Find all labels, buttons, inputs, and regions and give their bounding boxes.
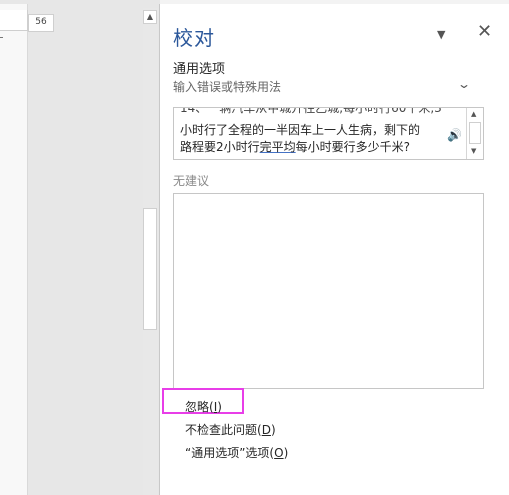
- triangle-down-icon[interactable]: ▼: [437, 28, 445, 41]
- no-check-button[interactable]: 不检查此问题(D): [185, 421, 276, 438]
- no-check-label-close: ): [270, 423, 276, 437]
- proofing-pane: 校对 ▼ ✕ 通用选项 输入错误或特殊用法 ⌄ 14、一辆汽车从甲城开往乙城,每…: [160, 4, 509, 495]
- options-label-close: ): [283, 446, 289, 460]
- context-line: 路程要2小时行完平均每小时要行多少千米?: [180, 139, 410, 155]
- pane-title: 校对: [173, 26, 215, 50]
- no-suggestions-label: 无建议: [173, 174, 210, 188]
- context-text-box[interactable]: 14、一辆汽车从甲城开往乙城,每小时行60千米,3 小时行了全程的一半因车上一人…: [173, 107, 484, 160]
- scroll-down-arrow-icon[interactable]: ▼: [471, 147, 476, 155]
- no-check-label: 不检查此问题(: [185, 423, 262, 437]
- ignore-button[interactable]: 忽略(I): [185, 398, 222, 415]
- vertical-ruler: [0, 4, 28, 495]
- document-scrollbar[interactable]: ▲: [143, 8, 158, 495]
- ruler-corner: [0, 10, 28, 31]
- options-button[interactable]: “通用选项”选项(O): [185, 444, 288, 461]
- suggestions-list[interactable]: [173, 193, 484, 389]
- scroll-up-arrow-icon[interactable]: ▲: [471, 110, 476, 118]
- scroll-thumb[interactable]: [469, 122, 481, 144]
- scroll-thumb[interactable]: [143, 208, 157, 330]
- ruler-tick: [0, 37, 3, 38]
- flagged-text: 完平均: [259, 140, 296, 154]
- options-accelerator: O: [274, 446, 284, 460]
- speaker-icon[interactable]: 🔊: [447, 128, 462, 142]
- context-line: 小时行了全程的一半因车上一人生病，剩下的: [180, 123, 421, 137]
- context-line: 14、一辆汽车从甲城开往乙城,每小时行60千米,3: [180, 107, 442, 115]
- close-icon[interactable]: ✕: [477, 21, 492, 42]
- context-text: 每小时要行多少千米?: [295, 140, 411, 154]
- ignore-label: 忽略(: [185, 400, 214, 414]
- context-text: 路程要2小时行: [180, 140, 260, 154]
- scroll-up-arrow-icon[interactable]: ▲: [143, 10, 157, 24]
- ignore-label-close: ): [217, 400, 222, 414]
- page-number-indicator: 56: [28, 14, 54, 32]
- text-box-scrollbar[interactable]: ▲ ▼: [466, 108, 483, 159]
- options-label: “通用选项”选项(: [185, 446, 275, 460]
- chevron-down-icon[interactable]: ⌄: [457, 77, 471, 91]
- document-area: 56 ▲: [0, 0, 160, 495]
- no-check-accelerator: D: [261, 423, 271, 437]
- error-type-label: 输入错误或特殊用法: [173, 80, 282, 94]
- section-title: 通用选项: [173, 62, 226, 77]
